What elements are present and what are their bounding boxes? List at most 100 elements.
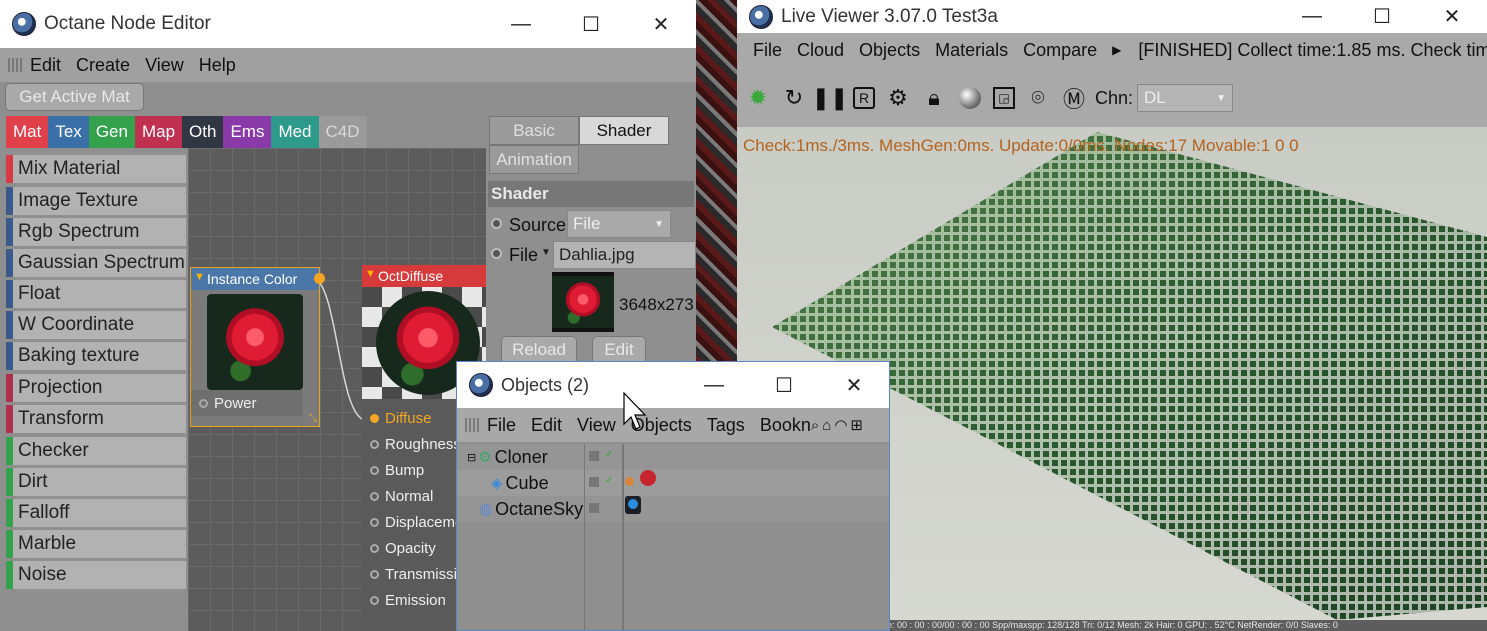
tab-shader[interactable]: Shader — [579, 116, 669, 145]
object-tree-item[interactable]: ◈ Cube — [457, 470, 584, 496]
menu-file[interactable]: File — [753, 40, 782, 61]
input-pin-icon[interactable] — [370, 491, 379, 501]
objects-titlebar[interactable]: Objects (2) — ☐ ✕ — [457, 362, 889, 408]
node-list-item[interactable]: Gaussian Spectrum — [6, 249, 186, 277]
object-tree-item[interactable]: ◍ OctaneSky — [457, 496, 584, 522]
maximize-button[interactable]: ☐ — [556, 0, 626, 48]
close-button[interactable]: ✕ — [1417, 0, 1487, 33]
object-tree-item[interactable]: ⊟ ⚙ Cloner — [457, 444, 584, 470]
edit-button[interactable]: Edit — [592, 336, 646, 364]
category-tab-mat[interactable]: Mat — [6, 116, 49, 148]
menu-compare[interactable]: Compare — [1023, 40, 1097, 61]
pick-material-icon[interactable]: Ⓜ — [1061, 85, 1087, 112]
material-tag-icon[interactable] — [640, 470, 657, 486]
menu-create[interactable]: Create — [76, 55, 130, 76]
node-list-item[interactable]: Mix Material — [6, 155, 186, 183]
tab-basic[interactable]: Basic — [489, 116, 579, 145]
send-scene-icon[interactable]: ✹ — [745, 85, 771, 111]
category-tab-gen[interactable]: Gen — [88, 116, 135, 148]
instance-color-node[interactable]: Instance Color Power ⤡ — [190, 267, 325, 427]
instance-color-node-header[interactable]: Instance Color — [191, 268, 319, 290]
menu-view[interactable]: View — [145, 55, 184, 76]
node-list-item[interactable]: Image Texture — [6, 187, 186, 215]
node-editor-titlebar[interactable]: Octane Node Editor — ☐ ✕ — [0, 0, 696, 48]
menu-view[interactable]: View — [577, 415, 616, 436]
menu-edit[interactable]: Edit — [30, 55, 61, 76]
resize-handle-icon[interactable]: ⤡ — [309, 413, 317, 424]
node-list-item[interactable]: Transform — [6, 405, 186, 433]
clay-mode-icon[interactable]: ◲ — [993, 87, 1015, 109]
menu-file[interactable]: File — [487, 415, 516, 436]
node-list-item[interactable]: Dirt — [6, 468, 186, 496]
reload-button[interactable]: Reload — [501, 336, 577, 364]
restart-render-icon[interactable]: ↻ — [781, 85, 807, 111]
collapse-icon[interactable]: ⊟ — [467, 451, 476, 464]
power-pin[interactable]: Power — [191, 390, 303, 416]
enabled-check-icon[interactable]: ✓ — [605, 449, 613, 460]
octane-sky-tag-icon[interactable] — [625, 496, 641, 514]
node-list-item[interactable]: W Coordinate — [6, 311, 186, 339]
menu-materials[interactable]: Materials — [935, 40, 1008, 61]
file-menu-chevron-icon[interactable]: ▼ — [541, 247, 551, 258]
layer-toggle-icon[interactable] — [589, 451, 599, 461]
category-tab-med[interactable]: Med — [271, 116, 319, 148]
node-list-item[interactable]: Noise — [6, 561, 186, 589]
node-list-item[interactable]: Checker — [6, 437, 186, 465]
file-path-field[interactable]: Dahlia.jpg — [553, 241, 696, 269]
layer-toggle-icon[interactable] — [589, 477, 599, 487]
input-pin-icon[interactable] — [370, 569, 379, 579]
settings-gear-icon[interactable]: ⚙ — [885, 85, 911, 111]
input-pin-icon[interactable] — [370, 517, 379, 527]
material-ball-icon[interactable] — [957, 85, 983, 111]
category-tab-oth[interactable]: Oth — [182, 116, 224, 148]
minimize-button[interactable]: — — [679, 362, 749, 408]
node-list-item[interactable]: Float — [6, 280, 186, 308]
octane-object-tag-icon[interactable] — [625, 477, 634, 486]
node-list-item[interactable]: Rgb Spectrum — [6, 218, 186, 246]
file-radio-icon[interactable] — [491, 248, 502, 259]
enabled-check-icon[interactable]: ✓ — [605, 475, 613, 486]
close-button[interactable]: ✕ — [626, 0, 696, 48]
menu-help[interactable]: Help — [199, 55, 236, 76]
region-render-icon[interactable]: R — [853, 87, 875, 109]
input-pin-icon[interactable] — [370, 413, 379, 423]
menu-overflow-arrow-icon[interactable]: ▶ — [1112, 43, 1121, 57]
pick-focus-icon[interactable]: ⌾ — [1025, 85, 1051, 111]
node-list-item[interactable]: Marble — [6, 530, 186, 558]
close-button[interactable]: ✕ — [819, 362, 889, 408]
category-tab-map[interactable]: Map — [134, 116, 183, 148]
minimize-button[interactable]: — — [1277, 0, 1347, 33]
layer-toggle-icon[interactable] — [589, 503, 599, 513]
node-list-item[interactable]: Projection — [6, 374, 186, 402]
shader-section-header[interactable]: Shader — [488, 181, 694, 207]
power-pin-icon[interactable] — [199, 398, 208, 408]
oct-diffuse-node-header[interactable]: OctDiffuse — [362, 265, 486, 287]
maximize-button[interactable]: ☐ — [749, 362, 819, 408]
input-pin-icon[interactable] — [370, 439, 379, 449]
input-pin-icon[interactable] — [370, 465, 379, 475]
live-viewer-titlebar[interactable]: Live Viewer 3.07.0 Test3a — ☐ ✕ — [737, 0, 1487, 33]
node-list-item[interactable]: Falloff — [6, 499, 186, 527]
tab-animation[interactable]: Animation — [489, 145, 579, 174]
maximize-button[interactable]: ☐ — [1347, 0, 1417, 33]
category-tab-ems[interactable]: Ems — [223, 116, 272, 148]
node-list-item[interactable]: Baking texture — [6, 342, 186, 370]
minimize-button[interactable]: — — [486, 0, 556, 48]
node-graph-canvas[interactable]: Instance Color Power ⤡ OctDiffuse Diffus… — [188, 148, 486, 631]
channel-dropdown[interactable]: DL ▼ — [1137, 84, 1234, 112]
category-tab-tex[interactable]: Tex — [48, 116, 89, 148]
input-pin-icon[interactable] — [370, 543, 379, 553]
source-dropdown[interactable]: File ▼ — [567, 210, 671, 238]
input-pin-icon[interactable] — [370, 595, 379, 605]
menu-objects[interactable]: Objects — [859, 40, 920, 61]
get-active-mat-button[interactable]: Get Active Mat — [5, 83, 144, 111]
lock-icon[interactable]: 🔒︎ — [921, 85, 947, 111]
source-radio-icon[interactable] — [491, 218, 502, 229]
menu-edit[interactable]: Edit — [531, 415, 562, 436]
menu-bookmarks[interactable]: Bookn — [760, 415, 811, 436]
search-icon[interactable]: ⌕⌂◠⊞ — [811, 416, 866, 434]
pause-icon[interactable]: ❚❚ — [812, 85, 849, 111]
menu-cloud[interactable]: Cloud — [797, 40, 844, 61]
category-tab-c4d[interactable]: C4D — [318, 116, 367, 148]
menu-tags[interactable]: Tags — [707, 415, 745, 436]
